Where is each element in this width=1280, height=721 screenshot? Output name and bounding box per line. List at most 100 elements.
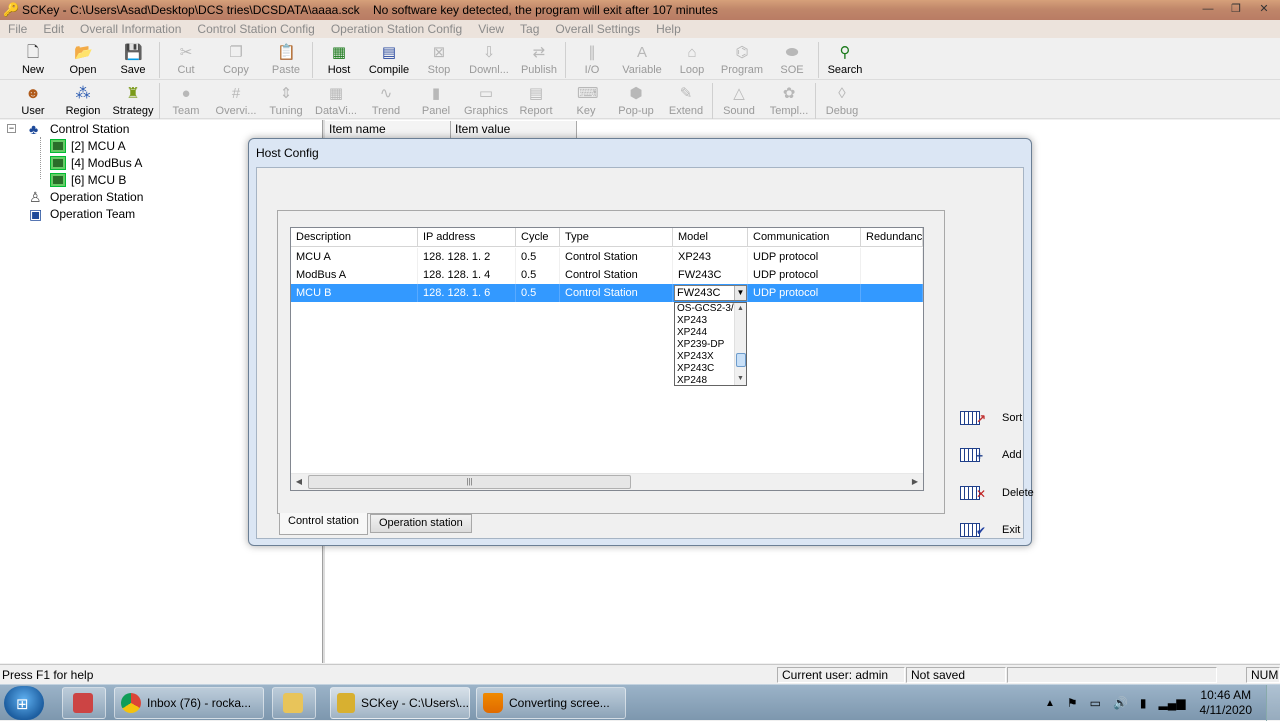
dropdown-scrollbar[interactable]: ▲ ▼ [734, 303, 746, 385]
tree-item-mcu-b[interactable]: [6] MCU B [50, 171, 126, 188]
list-item[interactable]: XP243 [675, 315, 735, 327]
extend-button[interactable]: ✎ Extend [661, 81, 711, 121]
menu-overall-information[interactable]: Overall Information [72, 22, 189, 36]
host-button[interactable]: ▦ Host [314, 40, 364, 80]
start-button[interactable]: ⊞ [4, 686, 44, 720]
tab-control-station[interactable]: Control station [279, 513, 368, 535]
menu-edit[interactable]: Edit [35, 22, 72, 36]
save-button[interactable]: 💾 Save [108, 40, 158, 80]
col-model[interactable]: Model [673, 228, 748, 247]
search-button[interactable]: ⚲ Search [820, 40, 870, 80]
table-row-selected[interactable]: MCU B 128. 128. 1. 6 0.5 Control Station… [291, 284, 923, 302]
sort-button[interactable]: ↗ Sort [960, 406, 1022, 430]
publish-button[interactable]: ⇄ Publish [514, 40, 564, 80]
list-item[interactable]: XP244 [675, 327, 735, 339]
cut-button[interactable]: ✂ Cut [161, 40, 211, 80]
model-combobox[interactable]: FW243C ▼ [674, 285, 747, 301]
download-button[interactable]: ⇩ Downl... [464, 40, 514, 80]
network-signal-icon[interactable]: ▂▄▆ [1159, 696, 1186, 710]
scrollbar-thumb[interactable]: ||| [308, 475, 631, 489]
menu-tag[interactable]: Tag [512, 22, 547, 36]
exit-button[interactable]: ✔ Exit [960, 518, 1020, 542]
variable-button[interactable]: A Variable [617, 40, 667, 80]
col-redundancy[interactable]: Redundancy [861, 228, 923, 247]
list-item[interactable]: XP243C [675, 363, 735, 375]
menu-view[interactable]: View [470, 22, 512, 36]
overview-button[interactable]: # Overvi... [211, 81, 261, 121]
scroll-up-icon[interactable]: ▲ [735, 304, 746, 314]
debug-button[interactable]: ◊ Debug [817, 81, 867, 121]
soe-button[interactable]: ⬬ SOE [767, 40, 817, 80]
strategy-button[interactable]: ♜ Strategy [108, 81, 158, 121]
col-type[interactable]: Type [560, 228, 673, 247]
monitor-icon[interactable]: ▭ [1090, 696, 1101, 710]
taskbar-app-tools[interactable] [62, 687, 106, 719]
tree-collapse-toggle[interactable]: − [7, 124, 16, 133]
loop-button[interactable]: ⌂ Loop [667, 40, 717, 80]
show-hidden-icons-icon[interactable]: ▲ [1045, 698, 1055, 709]
list-item[interactable]: XP239-DP [675, 339, 735, 351]
list-item[interactable]: XP243X [675, 351, 735, 363]
scroll-right-icon[interactable]: ▶ [907, 474, 923, 490]
list-item[interactable]: XP248 [675, 375, 735, 387]
host-list-horizontal-scrollbar[interactable]: ◀ ||| ▶ [291, 473, 923, 490]
table-row[interactable]: ModBus A 128. 128. 1. 4 0.5 Control Stat… [291, 266, 923, 284]
taskbar-explorer[interactable] [272, 687, 316, 719]
clock[interactable]: 10:46 AM 4/11/2020 [1200, 688, 1253, 718]
tree-operation-team[interactable]: ▣ Operation Team [29, 205, 135, 222]
sound-button[interactable]: △ Sound [714, 81, 764, 121]
item-value-column-header[interactable]: Item value [451, 121, 577, 139]
tree-operation-station[interactable]: ♙ Operation Station [29, 188, 143, 205]
copy-button[interactable]: ❐ Copy [211, 40, 261, 80]
tab-operation-station[interactable]: Operation station [369, 514, 472, 533]
report-button[interactable]: ▤ Report [511, 81, 561, 121]
menu-overall-settings[interactable]: Overall Settings [547, 22, 648, 36]
tree-item-mcu-a[interactable]: [2] MCU A [50, 137, 126, 154]
volume-icon[interactable]: 🔊 [1113, 696, 1128, 710]
menu-help[interactable]: Help [648, 22, 689, 36]
panel-button[interactable]: ▮ Panel [411, 81, 461, 121]
close-button[interactable]: ✕ [1254, 2, 1274, 16]
table-row[interactable]: MCU A 128. 128. 1. 2 0.5 Control Station… [291, 248, 923, 266]
team-button[interactable]: ● Team [161, 81, 211, 121]
chevron-down-icon[interactable]: ▼ [734, 286, 746, 300]
template-button[interactable]: ✿ Templ... [764, 81, 814, 121]
col-description[interactable]: Description [291, 228, 418, 247]
add-button[interactable]: + Add [960, 443, 1022, 467]
open-button[interactable]: 📂 Open [58, 40, 108, 80]
stop-button[interactable]: ⊠ Stop [414, 40, 464, 80]
menu-control-station-config[interactable]: Control Station Config [189, 22, 322, 36]
minimize-button[interactable]: — [1198, 2, 1218, 16]
taskbar-chrome[interactable]: Inbox (76) - rocka... [114, 687, 264, 719]
io-button[interactable]: ∥ I/O [567, 40, 617, 80]
menu-operation-station-config[interactable]: Operation Station Config [323, 22, 470, 36]
col-cycle[interactable]: Cycle [516, 228, 560, 247]
compile-button[interactable]: ▤ Compile [364, 40, 414, 80]
menu-file[interactable]: File [0, 22, 35, 36]
delete-button[interactable]: ✕ Delete [960, 481, 1034, 505]
flag-icon[interactable]: ⚑ [1067, 696, 1078, 710]
scroll-left-icon[interactable]: ◀ [291, 474, 307, 490]
taskbar-sckey[interactable]: SCKey - C:\Users\... [330, 687, 470, 719]
maximize-button[interactable]: ❐ [1226, 2, 1246, 16]
scroll-down-icon[interactable]: ▼ [735, 374, 746, 384]
col-ip-address[interactable]: IP address [418, 228, 516, 247]
taskbar-vlc[interactable]: Converting scree... [476, 687, 626, 719]
tuning-button[interactable]: ⇕ Tuning [261, 81, 311, 121]
item-name-column-header[interactable]: Item name [325, 121, 451, 139]
program-button[interactable]: ⌬ Program [717, 40, 767, 80]
new-button[interactable]: 🗋 New [8, 40, 58, 80]
region-button[interactable]: ⁂ Region [58, 81, 108, 121]
list-item[interactable]: OS-GCS2-3/I [675, 303, 735, 315]
graphics-button[interactable]: ▭ Graphics [461, 81, 511, 121]
col-communication[interactable]: Communication [748, 228, 861, 247]
show-desktop-button[interactable] [1266, 685, 1280, 721]
popup-button[interactable]: ⬢ Pop-up [611, 81, 661, 121]
tree-control-station[interactable]: ♣ Control Station [29, 120, 129, 137]
trend-button[interactable]: ∿ Trend [361, 81, 411, 121]
tree-item-modbus-a[interactable]: [4] ModBus A [50, 154, 142, 171]
key-button[interactable]: ⌨ Key [561, 81, 611, 121]
user-button[interactable]: ☻ User [8, 81, 58, 121]
dataview-button[interactable]: ▦ DataVi... [311, 81, 361, 121]
scrollbar-thumb[interactable] [736, 353, 746, 367]
